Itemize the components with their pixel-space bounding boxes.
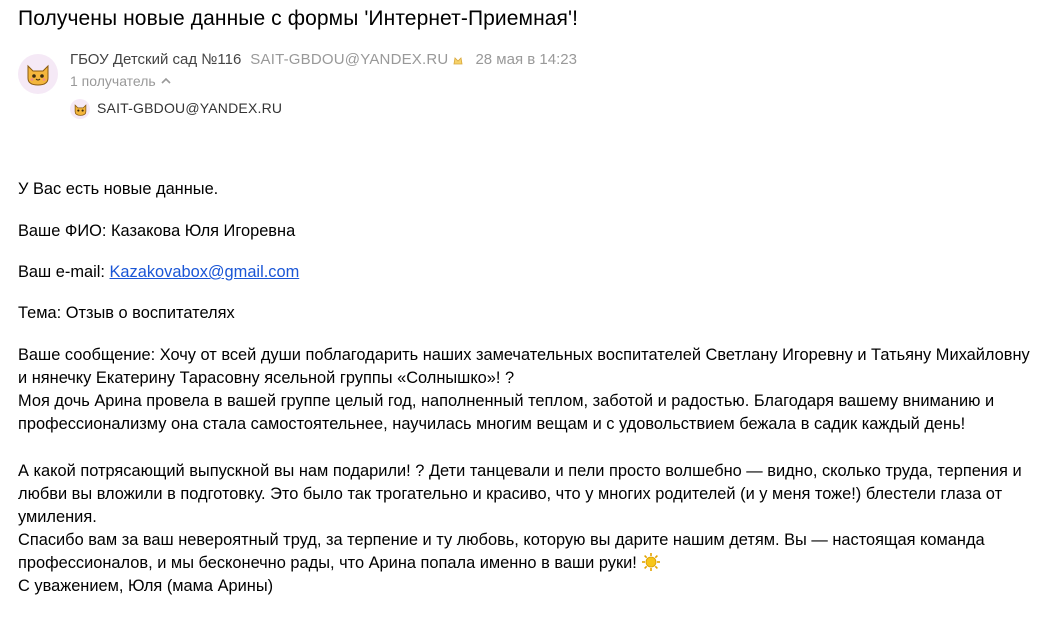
message-label: Ваше сообщение: [18, 346, 160, 364]
recipient-email[interactable]: SAIT-GBDOU@YANDEX.RU [97, 100, 282, 116]
sender-line: ГБОУ Детский сад №116 SAIT-GBDOU@YANDEX.… [70, 51, 577, 68]
fio-label: Ваше ФИО: [18, 222, 111, 240]
recipients-count: 1 получатель [70, 73, 156, 89]
fio-value: Казакова Юля Игоревна [110, 222, 296, 240]
message-text: Хочу от всей души поблагодарить наших за… [18, 346, 1030, 387]
recipients-toggle[interactable]: 1 получатель [70, 73, 171, 89]
sun-emoji-icon [642, 553, 661, 571]
topic-value: Отзыв о воспитателях [65, 304, 235, 322]
signature: С уважением, Юля (мама Арины) [18, 577, 274, 595]
email-line: Ваш e-mail: Kazakovabox@gmail.com [18, 261, 1033, 284]
sender-name[interactable]: ГБОУ Детский сад №116 [70, 51, 241, 68]
message-paragraph: А какой потрясающий выпускной вы нам под… [18, 462, 1022, 526]
fio-line: Ваше ФИО: Казакова Юля Игоревна [18, 220, 1033, 243]
cat-avatar-icon [27, 64, 49, 86]
recipient-avatar [70, 99, 90, 119]
email-label: Ваш e-mail: [18, 263, 110, 281]
body-intro: У Вас есть новые данные. [18, 180, 219, 198]
chevron-up-icon [161, 77, 171, 84]
email-link[interactable]: Kazakovabox@gmail.com [110, 263, 300, 281]
message-text: Спасибо вам за ваш невероятный труд, за … [18, 531, 985, 572]
sender-email[interactable]: SAIT-GBDOU@YANDEX.RU [250, 51, 448, 68]
verified-sender-icon [453, 56, 463, 64]
message-paragraph: Моя дочь Арина провела в вашей группе це… [18, 392, 995, 433]
topic-label: Тема: [18, 304, 66, 322]
email-body: У Вас есть новые данные. Ваше ФИО: Казак… [18, 178, 1033, 598]
message-line: Ваше сообщение: Хочу от всей души поблаг… [18, 344, 1033, 390]
topic-line: Тема: Отзыв о воспитателях [18, 302, 1033, 325]
cat-avatar-icon [74, 103, 86, 116]
sender-avatar[interactable] [18, 54, 58, 94]
email-subject: Получены новые данные с формы 'Интернет-… [18, 7, 579, 30]
email-date: 28 мая в 14:23 [475, 51, 577, 68]
message-paragraph: Спасибо вам за ваш невероятный труд, за … [18, 529, 1033, 575]
